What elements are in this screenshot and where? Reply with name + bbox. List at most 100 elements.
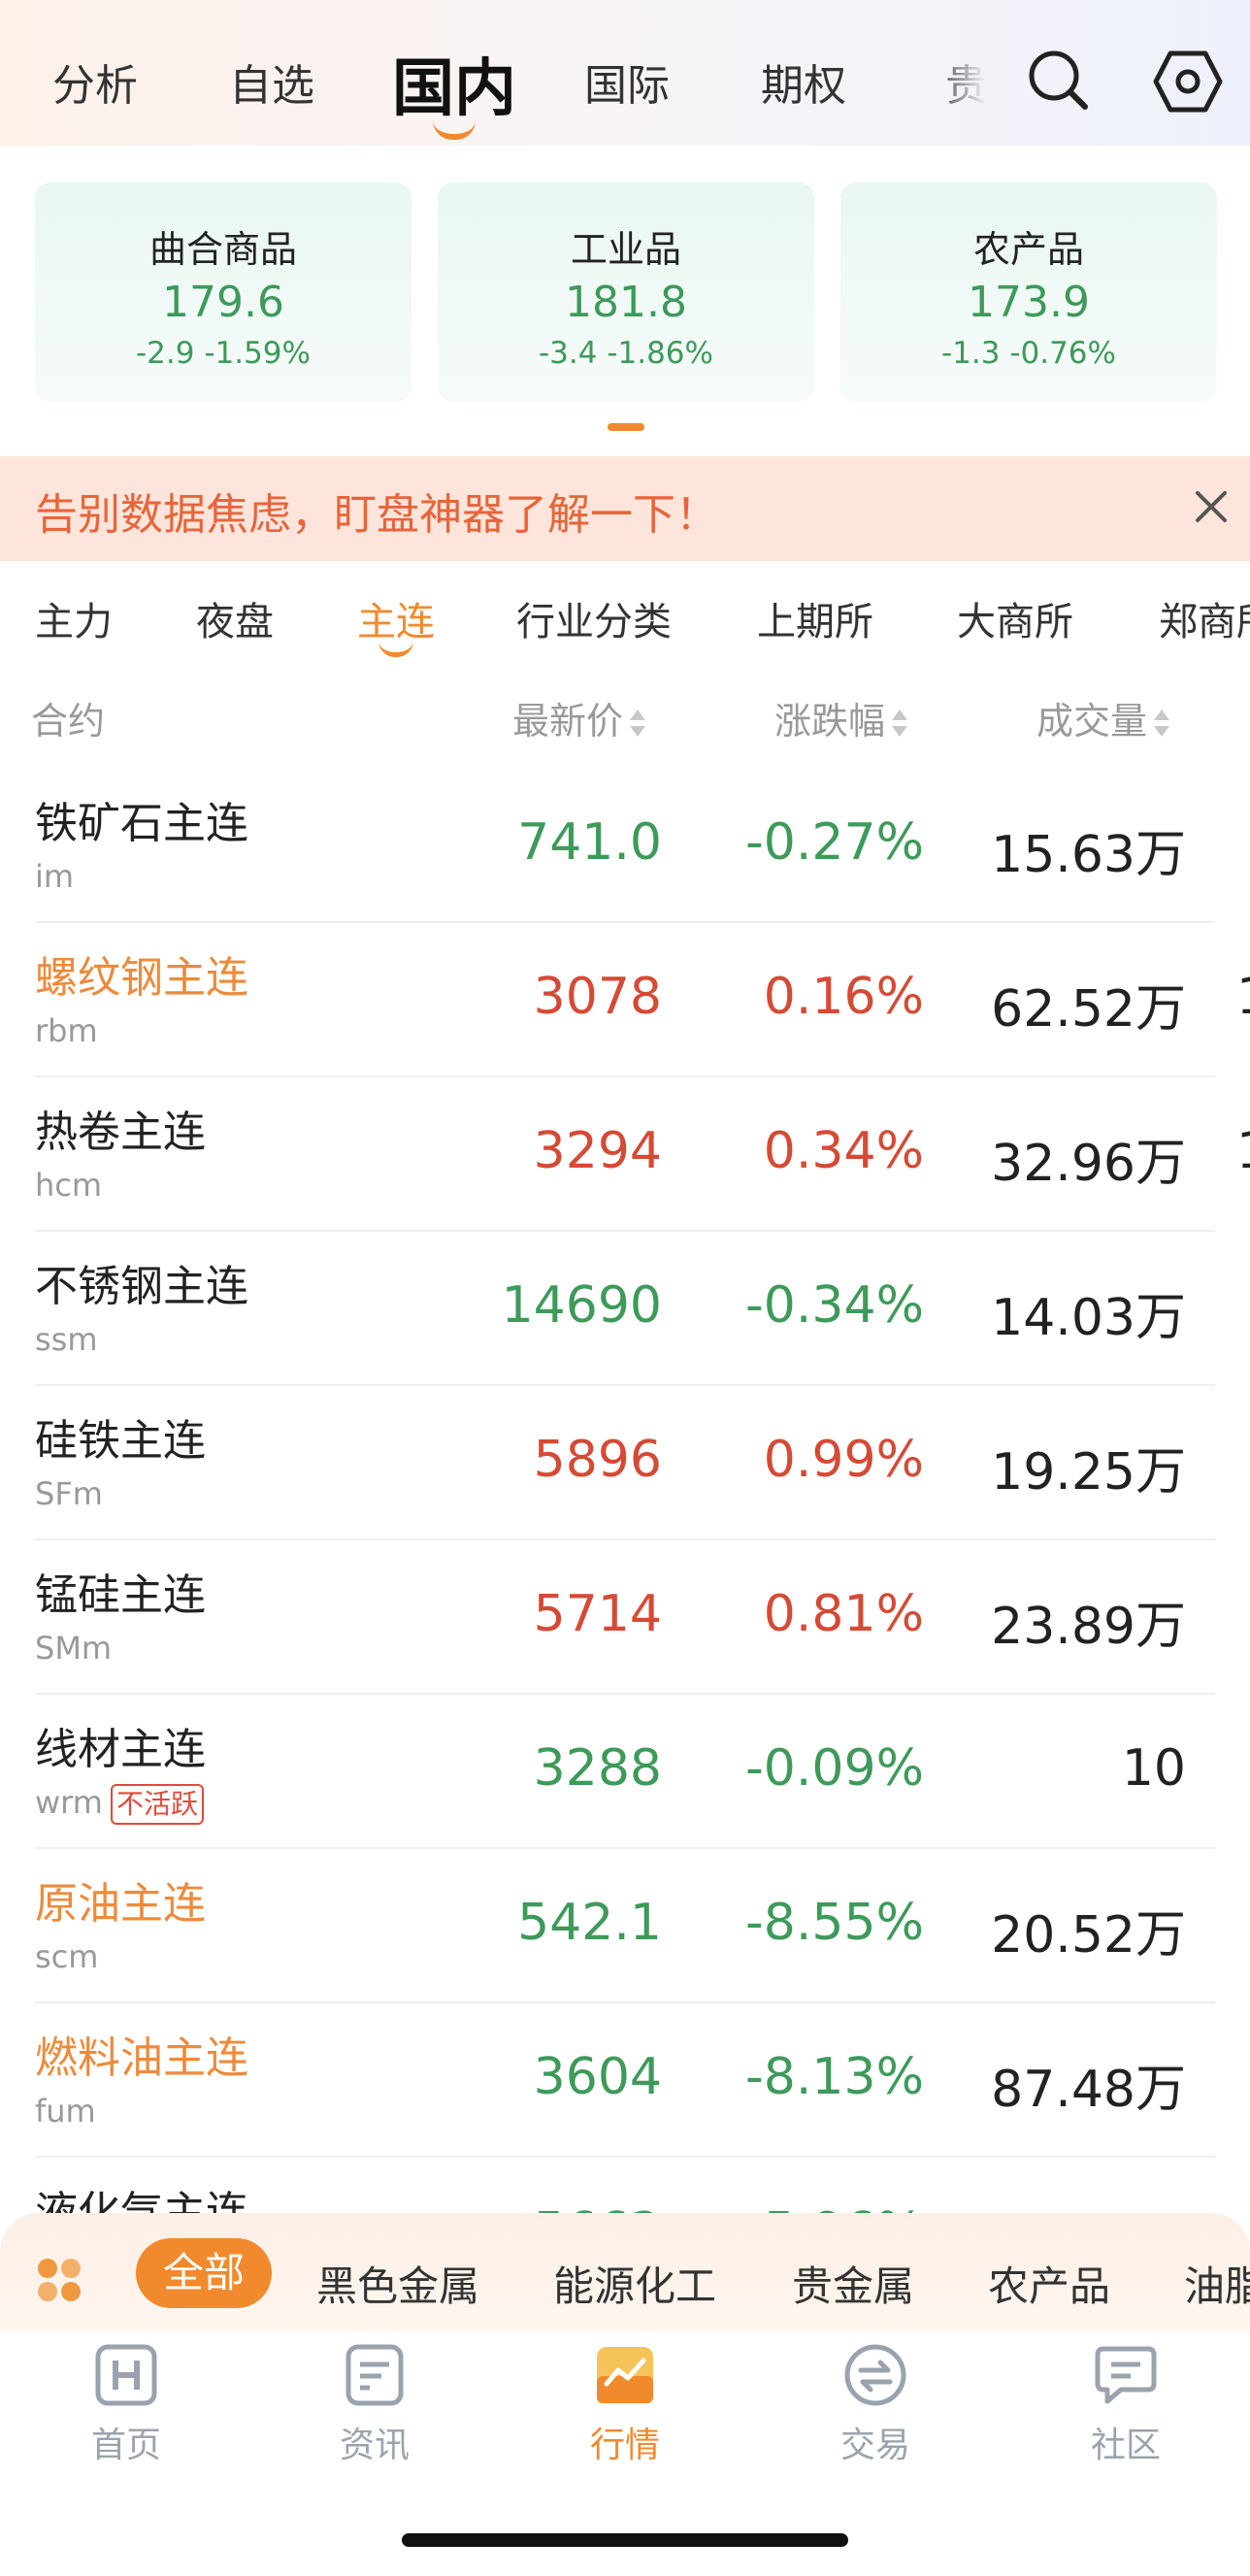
table-row[interactable]: 线材主连 wrm 不活跃 3288 -0.09% 10: [0, 1695, 1250, 1849]
index-card-agriculture[interactable]: 农产品 173.9 -1.3 -0.76%: [840, 182, 1217, 402]
table-row[interactable]: 锰硅主连 SMm 5714 0.81% 23.89万: [0, 1540, 1250, 1695]
bottom-nav-home[interactable]: 首页: [58, 2341, 194, 2467]
header-change-sort[interactable]: 涨跌幅: [774, 691, 908, 744]
bottom-nav-label: 行情: [589, 2426, 660, 2465]
community-icon: [1095, 2346, 1157, 2404]
contract-code-text: fum: [35, 2093, 96, 2130]
contract-name: 螺纹钢主连: [35, 953, 248, 1003]
sector-energy-chemical[interactable]: 能源化工: [553, 2254, 716, 2313]
table-row[interactable]: 原油主连 scm 542.1 -8.55% 20.52万: [0, 1849, 1250, 2003]
contract-name: 原油主连: [35, 1879, 206, 1929]
index-card-industrial[interactable]: 工业品 181.8 -3.4 -1.86%: [438, 182, 814, 402]
bottom-nav-community[interactable]: 社区: [1058, 2341, 1194, 2467]
contract-code: SFm: [35, 1475, 103, 1512]
overflow-column: 1: [1236, 1122, 1250, 1180]
bottom-nav-news[interactable]: 资讯: [307, 2341, 443, 2467]
settings-icon[interactable]: [1153, 49, 1223, 115]
index-value: 181.8: [565, 278, 687, 327]
contract-code-text: rbm: [35, 1012, 98, 1049]
index-change: -1.3 -0.76%: [940, 336, 1116, 371]
inactive-badge: 不活跃: [110, 1784, 204, 1825]
sector-ferrous[interactable]: 黑色金属: [316, 2254, 479, 2313]
tab-czce[interactable]: 郑商所: [1159, 590, 1250, 646]
change-percent: -0.27%: [745, 813, 924, 872]
sector-all[interactable]: 全部: [136, 2238, 273, 2308]
table-row[interactable]: 不锈钢主连 ssm 14690 -0.34% 14.03万: [0, 1232, 1250, 1386]
header-volume-sort[interactable]: 成交量: [1036, 691, 1170, 744]
latest-price: 14690: [501, 1276, 662, 1335]
bottom-nav-market[interactable]: 行情: [557, 2341, 693, 2467]
contract-code: fum: [35, 2093, 96, 2130]
search-icon[interactable]: [1027, 49, 1091, 113]
table-row[interactable]: 螺纹钢主连 rbm 3078 0.16% 62.52万 1: [0, 923, 1250, 1077]
tab-night[interactable]: 夜盘: [196, 590, 274, 646]
sort-icon: [1153, 709, 1170, 739]
contract-name: 线材主连: [35, 1725, 206, 1774]
volume: 87.48万: [991, 2061, 1186, 2119]
contract-code-text: SFm: [35, 1475, 103, 1512]
index-card-composite[interactable]: 曲合商品 179.6 -2.9 -1.59%: [35, 182, 411, 402]
contract-code: rbm: [35, 1012, 98, 1049]
bottom-nav-trade[interactable]: 交易: [807, 2341, 943, 2467]
contract-name: 热卷主连: [35, 1107, 206, 1157]
bottom-nav-label: 交易: [839, 2426, 910, 2465]
table-row[interactable]: 热卷主连 hcm 3294 0.34% 32.96万 1: [0, 1077, 1250, 1232]
latest-price: 3294: [533, 1122, 662, 1180]
contract-code-text: SMm: [35, 1630, 113, 1667]
header-change: 涨跌幅: [774, 700, 886, 743]
header-price-sort[interactable]: 最新价: [512, 691, 646, 744]
index-value: 179.6: [162, 278, 284, 327]
tab-analysis[interactable]: 分析: [52, 50, 138, 113]
close-icon[interactable]: [1192, 487, 1231, 526]
contract-code: SMm: [35, 1630, 112, 1667]
tab-continuous[interactable]: 主连: [357, 590, 435, 657]
contract-name: 锰硅主连: [35, 1570, 206, 1620]
volume: 62.52万: [991, 980, 1186, 1039]
index-change: -2.9 -1.59%: [135, 336, 311, 371]
change-percent: 0.99%: [763, 1431, 924, 1489]
tab-dce[interactable]: 大商所: [957, 590, 1073, 646]
latest-price: 741.0: [517, 813, 662, 872]
index-name: 工业品: [570, 228, 681, 271]
volume: 20.52万: [991, 1906, 1186, 1965]
bottom-nav-label: 资讯: [339, 2426, 410, 2465]
change-percent: 0.34%: [763, 1122, 924, 1180]
overflow-column: 1: [1236, 968, 1250, 1026]
tab-options[interactable]: 期权: [761, 50, 846, 113]
top-nav: 分析 自选 国内 国际 期权 贵: [0, 0, 1250, 146]
tab-industry[interactable]: 行业分类: [516, 590, 672, 646]
tab-main[interactable]: 主力: [35, 590, 113, 646]
contract-code: hcm: [35, 1167, 102, 1204]
contract-code-text: scm: [35, 1938, 99, 1975]
promo-banner-text: 告别数据焦虑，盯盘神器了解一下！: [35, 490, 718, 540]
contract-name: 燃料油主连: [35, 2033, 248, 2083]
volume: 14.03万: [991, 1289, 1186, 1347]
contract-code-text: hcm: [35, 1167, 103, 1204]
grid-menu-icon[interactable]: [35, 2256, 83, 2304]
index-name: 曲合商品: [148, 228, 297, 271]
tab-international[interactable]: 国际: [584, 50, 670, 113]
sector-agriculture[interactable]: 农产品: [988, 2254, 1110, 2313]
table-row[interactable]: 铁矿石主连 im 741.0 -0.27% 15.63万: [0, 769, 1250, 923]
table-row[interactable]: 硅铁主连 SFm 5896 0.99% 19.25万: [0, 1386, 1250, 1540]
home-icon: [95, 2344, 157, 2406]
sector-oils[interactable]: 油脂: [1184, 2254, 1250, 2313]
contract-code: scm: [35, 1938, 98, 1975]
tab-domestic[interactable]: 国内: [392, 39, 516, 140]
bottom-nav-label: 首页: [90, 2426, 161, 2465]
contract-code-text: im: [35, 858, 75, 895]
volume: 32.96万: [991, 1135, 1186, 1193]
table-row[interactable]: 燃料油主连 fum 3604 -8.13% 87.48万: [0, 2003, 1250, 2158]
index-value: 173.9: [968, 278, 1090, 327]
tab-shfe[interactable]: 上期所: [757, 590, 873, 646]
latest-price: 5896: [533, 1431, 662, 1489]
page-indicator: [608, 423, 644, 431]
change-percent: -0.34%: [745, 1276, 924, 1335]
sector-precious-metals[interactable]: 贵金属: [792, 2254, 914, 2313]
latest-price: 3288: [533, 1739, 662, 1798]
change-percent: -0.09%: [745, 1739, 924, 1798]
tab-watchlist[interactable]: 自选: [229, 50, 314, 113]
contract-code: ssm: [35, 1321, 98, 1358]
index-change: -3.4 -1.86%: [538, 336, 713, 371]
market-chart-icon: [597, 2347, 653, 2403]
